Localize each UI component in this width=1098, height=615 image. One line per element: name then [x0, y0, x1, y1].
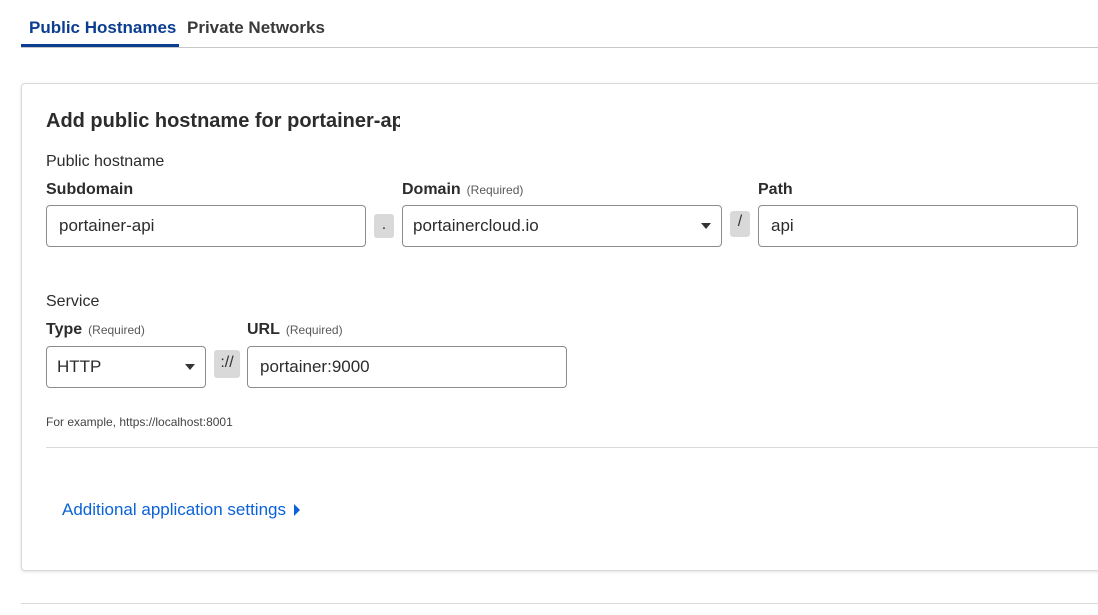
- type-label: Type (Required): [46, 321, 145, 338]
- url-input[interactable]: [247, 346, 567, 388]
- domain-label: Domain (Required): [402, 181, 524, 198]
- slash-separator: /: [730, 211, 750, 237]
- url-label: URL (Required): [247, 321, 343, 338]
- public-hostname-section-label: Public hostname: [46, 153, 165, 170]
- caret-right-icon: [293, 504, 300, 516]
- card-title: Add public hostname for portainer-api: [46, 110, 400, 132]
- tab-bar: Public Hostnames Private Networks: [21, 0, 1098, 48]
- additional-settings-link[interactable]: Additional application settings: [62, 500, 300, 520]
- type-required-label: (Required): [88, 323, 145, 337]
- service-section-label: Service: [46, 293, 100, 310]
- domain-required-label: (Required): [466, 183, 524, 197]
- tab-private-networks[interactable]: Private Networks: [187, 18, 325, 38]
- domain-select-value: portainercloud.io: [413, 216, 539, 235]
- path-input[interactable]: [758, 205, 1078, 247]
- type-select[interactable]: HTTP: [46, 346, 206, 388]
- chevron-down-icon: [185, 364, 195, 370]
- url-required-label: (Required): [285, 323, 343, 337]
- chevron-down-icon: [701, 223, 711, 229]
- domain-select[interactable]: portainercloud.io: [402, 205, 722, 247]
- divider: [46, 447, 1098, 448]
- active-tab-indicator: [21, 44, 179, 47]
- dot-separator: .: [374, 214, 394, 238]
- add-hostname-card: Add public hostname for portainer-api Pu…: [21, 83, 1098, 571]
- subdomain-label: Subdomain: [46, 181, 134, 198]
- tab-public-hostnames[interactable]: Public Hostnames: [29, 18, 176, 38]
- bottom-divider: [21, 603, 1098, 604]
- scheme-separator: ://: [214, 350, 240, 378]
- path-label: Path: [758, 181, 793, 198]
- subdomain-input[interactable]: [46, 205, 366, 247]
- type-select-value: HTTP: [57, 357, 102, 376]
- url-example-hint: For example, https://localhost:8001: [46, 415, 233, 429]
